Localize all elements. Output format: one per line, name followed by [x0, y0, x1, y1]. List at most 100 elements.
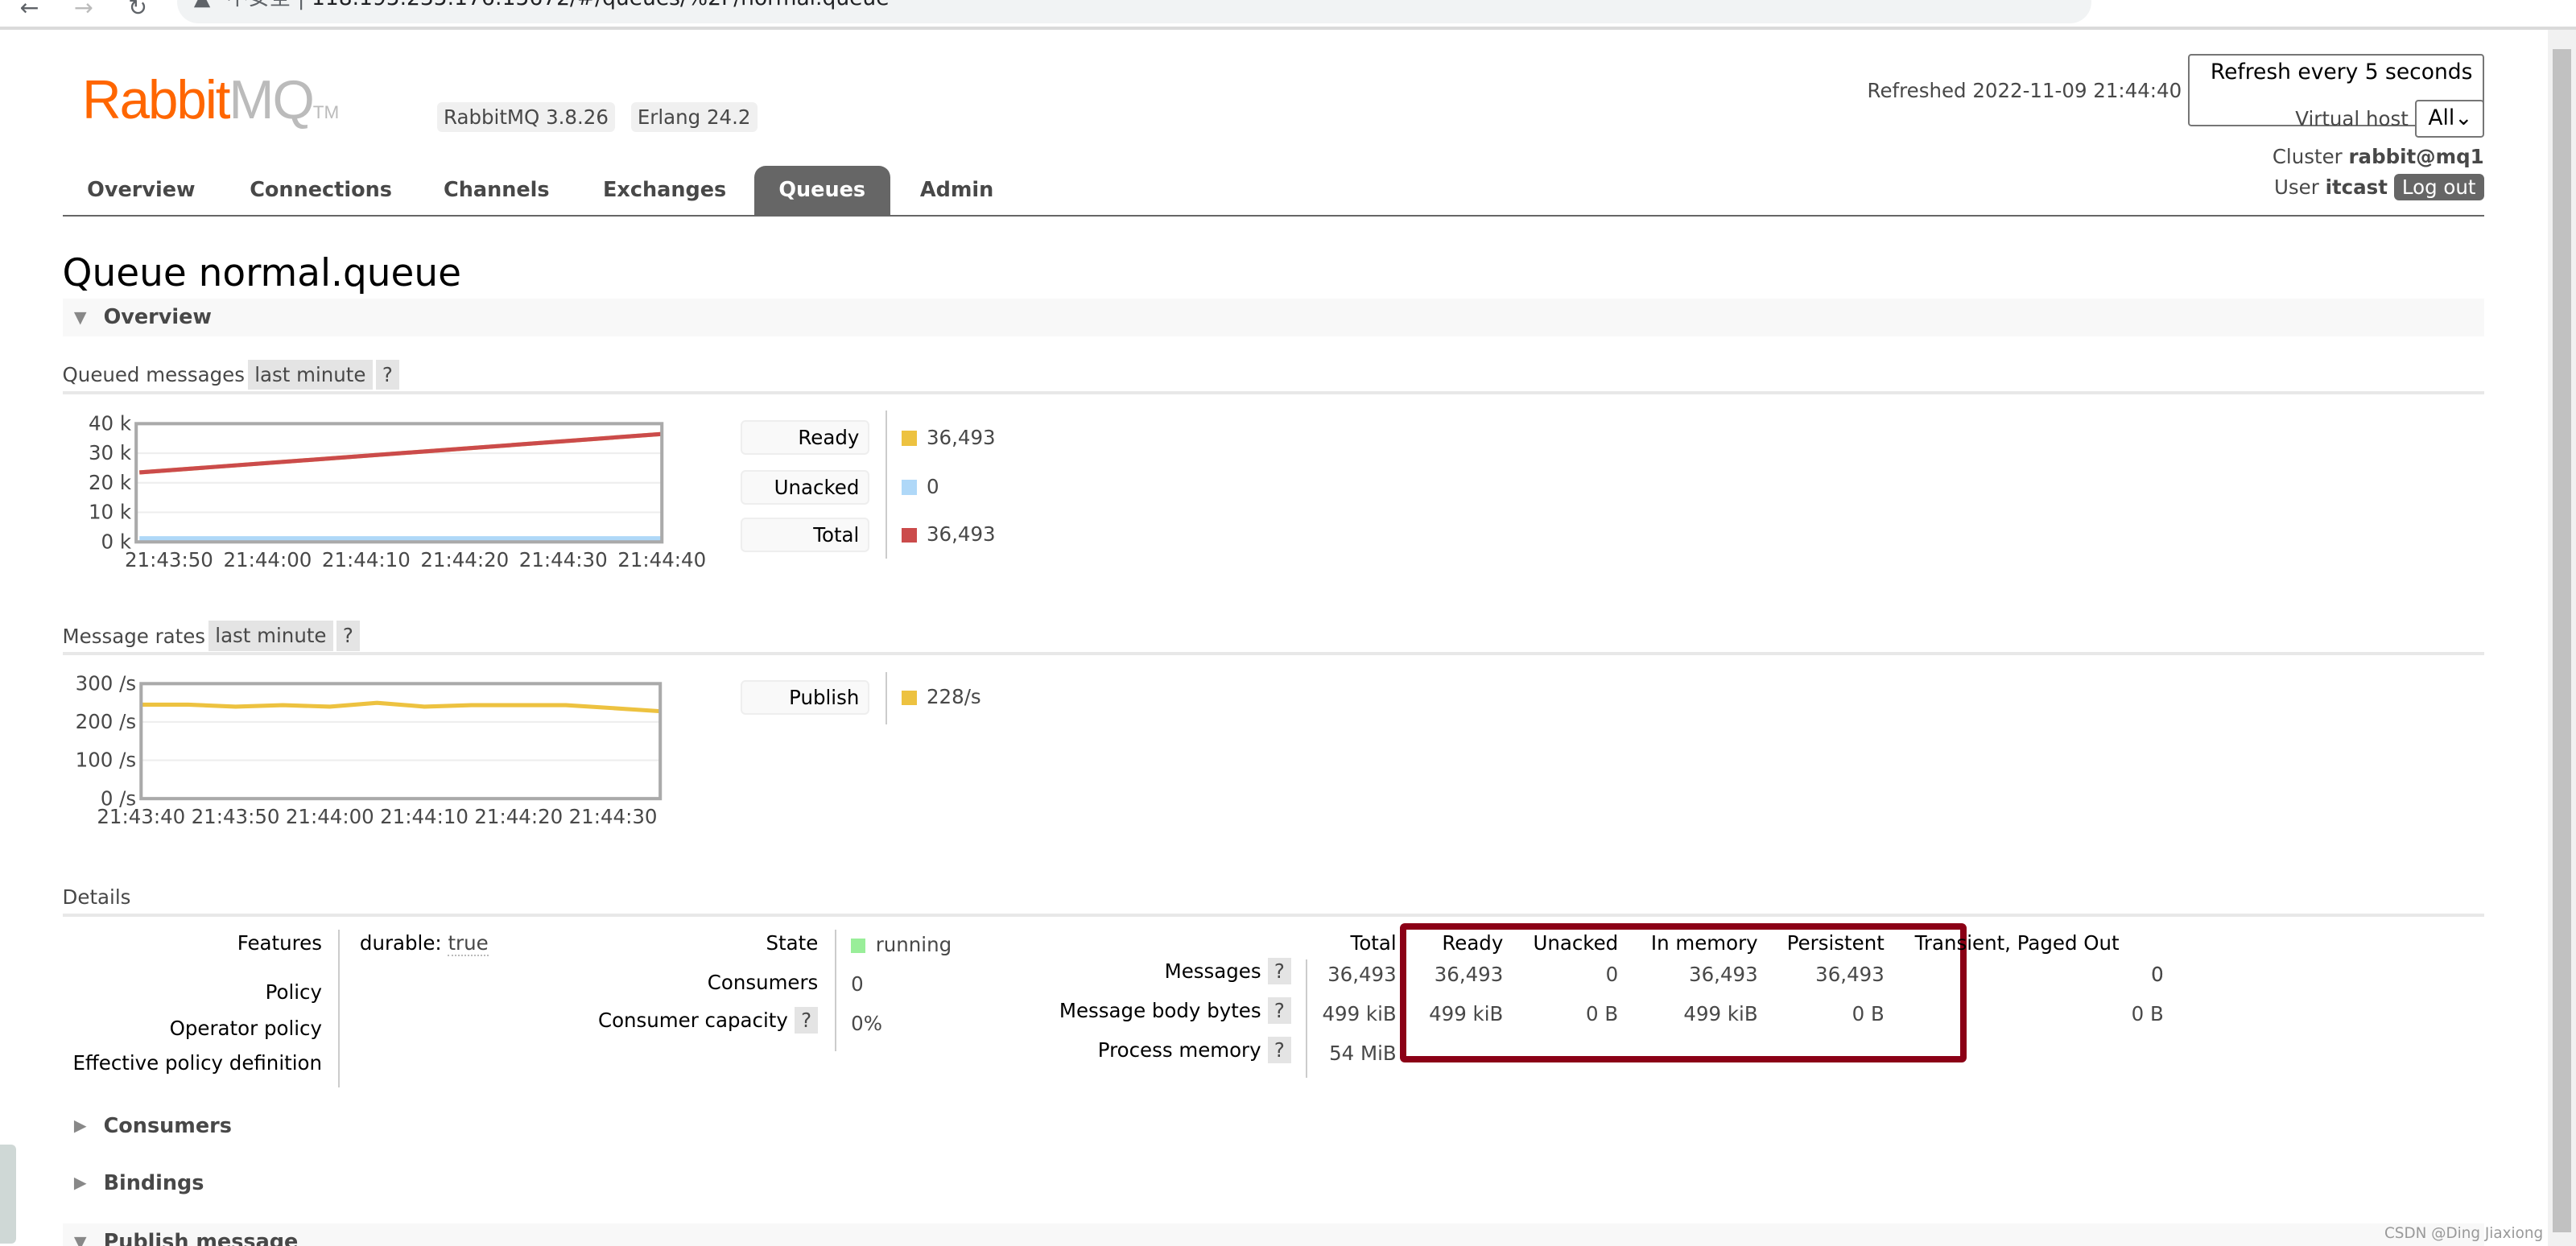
x-tick-label: 21:44:00 — [224, 548, 312, 571]
features-label: Features — [237, 931, 322, 955]
help-button[interactable]: ? — [336, 621, 361, 651]
section-bindings[interactable]: ▶ Bindings — [63, 1171, 204, 1195]
details-header: Details — [62, 885, 2484, 917]
series-line-publish — [141, 700, 661, 713]
refreshed-text: Refreshed 2022-11-09 21:44:40 — [1867, 78, 2182, 102]
legend-ready-value: 36,493 — [902, 426, 996, 449]
address-bar[interactable]: ▲不安全 | 118.195.235.176:15672/#/queues/%2… — [177, 0, 2091, 23]
user-label: User — [2274, 175, 2319, 200]
help-button[interactable]: ? — [375, 359, 399, 390]
column-header: In memory — [1650, 931, 1758, 955]
queued-messages-header: Queued messages last minute? — [62, 359, 2484, 394]
tab-overview[interactable]: Overview — [63, 166, 221, 215]
effective-policy-label: Effective policy definition — [72, 1051, 322, 1075]
y-tick-label: 100 /s — [76, 748, 136, 771]
tab-exchanges[interactable]: Exchanges — [578, 166, 750, 215]
reload-icon[interactable]: ↻ — [128, 0, 147, 21]
vhost-select[interactable]: All ⌄ — [2414, 100, 2484, 138]
divider — [338, 930, 341, 1087]
legend-unacked-value: 0 — [902, 475, 939, 498]
security-label: 不安全 — [227, 0, 291, 10]
help-button[interactable]: ? — [1267, 996, 1292, 1024]
forward-icon[interactable]: → — [74, 0, 93, 21]
row-label-messages: Messages? — [1165, 957, 1292, 984]
warning-icon: ▲ — [194, 0, 210, 16]
table-cell: 499 kiB — [1429, 1001, 1504, 1025]
consumer-capacity-value: 0% — [851, 1012, 882, 1036]
page-title: Queue normal.queue — [62, 251, 461, 296]
section-publish-message[interactable]: ▼ Publish message — [62, 1223, 2484, 1246]
nav-divider — [62, 215, 2484, 217]
tab-admin[interactable]: Admin — [895, 166, 1018, 215]
watermark: CSDN @Ding Jiaxiong — [2384, 1224, 2544, 1242]
table-cell: 0 — [2151, 962, 2164, 986]
user-name: itcast — [2325, 175, 2388, 200]
vhost-label: Virtual host — [2295, 107, 2409, 131]
triangle-down-icon: ▼ — [73, 307, 87, 328]
cluster-label: Cluster — [2272, 144, 2343, 168]
x-tick-label: 21:43:50 — [192, 804, 280, 827]
table-cell: 36,493 — [1434, 962, 1504, 986]
table-cell: 0 B — [1586, 1001, 1619, 1025]
browser-toolbar: ← → ↻ ▲不安全 | 118.195.235.176:15672/#/que… — [0, 0, 2576, 30]
x-tick-label: 21:44:00 — [286, 804, 374, 827]
table-cell: 0 — [1605, 962, 1619, 986]
help-button[interactable]: ? — [795, 1007, 819, 1034]
x-tick-label: 21:44:30 — [569, 804, 658, 827]
features-value: durable: true — [359, 931, 489, 957]
x-tick-label: 21:44:30 — [519, 548, 608, 571]
side-widget[interactable] — [0, 1145, 17, 1244]
table-cell: 36,493 — [1327, 962, 1397, 986]
triangle-right-icon: ▶ — [73, 1115, 87, 1135]
consumer-capacity-label: Consumer capacity? — [493, 1007, 819, 1034]
tab-channels[interactable]: Channels — [419, 166, 574, 215]
consumers-value: 0 — [851, 972, 864, 996]
row-label-process-memory: Process memory? — [1098, 1036, 1292, 1063]
x-tick-label: 21:44:20 — [475, 804, 564, 827]
queued-messages-chart: 0 k10 k20 k30 k40 k21:43:50 21:44:00 21:44… — [89, 412, 706, 571]
legend-total-button[interactable]: Total — [741, 517, 869, 552]
column-header: Total — [1350, 931, 1397, 955]
state-label: State — [766, 931, 819, 955]
x-tick-label: 21:44:40 — [617, 548, 706, 571]
state-value: running — [875, 933, 952, 957]
column-header: Unacked — [1533, 931, 1619, 955]
cluster-name: rabbit@mq1 — [2348, 144, 2484, 168]
range-button[interactable]: last minute — [248, 359, 373, 390]
url-text: 118.195.235.176:15672/#/queues/%2F/norma… — [312, 0, 890, 10]
page: ← → ↻ ▲不安全 | 118.195.235.176:15672/#/que… — [0, 0, 2576, 1246]
table-cell: 0 B — [2131, 1001, 2164, 1025]
version-badge: RabbitMQ 3.8.26 — [436, 101, 616, 132]
x-tick-label: 21:44:20 — [421, 548, 510, 571]
chevron-down-icon: ⌄ — [2454, 105, 2473, 131]
legend-ready-button[interactable]: Ready — [741, 420, 869, 456]
legend-swatch — [902, 690, 917, 706]
legend-swatch — [902, 431, 917, 446]
scrollbar-thumb[interactable] — [2553, 49, 2571, 1232]
plot-frame — [139, 681, 663, 800]
table-cell: 54 MiB — [1329, 1041, 1397, 1065]
help-button[interactable]: ? — [1267, 1036, 1292, 1063]
rabbitmq-logo[interactable]: RabbitMQTM — [82, 69, 339, 131]
message-rates-header: Message rates last minute? — [62, 621, 2484, 656]
x-tick-label: 21:44:10 — [380, 804, 469, 827]
row-label-message-body-bytes: Message body bytes? — [1059, 996, 1292, 1024]
tab-connections[interactable]: Connections — [225, 166, 417, 215]
section-overview[interactable]: ▼ Overview — [62, 299, 2484, 337]
legend-divider — [885, 411, 888, 559]
policy-label: Policy — [265, 980, 322, 1005]
legend-swatch — [902, 527, 917, 543]
tab-queues[interactable]: Queues — [753, 166, 890, 216]
range-button[interactable]: last minute — [208, 621, 333, 651]
table-cell: 499 kiB — [1683, 1001, 1758, 1025]
erlang-badge: Erlang 24.2 — [630, 101, 758, 132]
section-consumers[interactable]: ▶ Consumers — [63, 1114, 232, 1138]
y-tick-label: 30 k — [89, 441, 132, 464]
legend-unacked-button[interactable]: Unacked — [741, 469, 869, 505]
logout-button[interactable]: Log out — [2393, 174, 2484, 201]
triangle-right-icon: ▶ — [73, 1173, 87, 1193]
legend-publish-button[interactable]: Publish — [741, 679, 869, 715]
help-button[interactable]: ? — [1267, 957, 1292, 984]
message-rates-chart: 0 /s100 /s200 /s300 /s21:43:40 21:43:50 21… — [76, 671, 663, 827]
back-icon[interactable]: ← — [19, 0, 39, 21]
